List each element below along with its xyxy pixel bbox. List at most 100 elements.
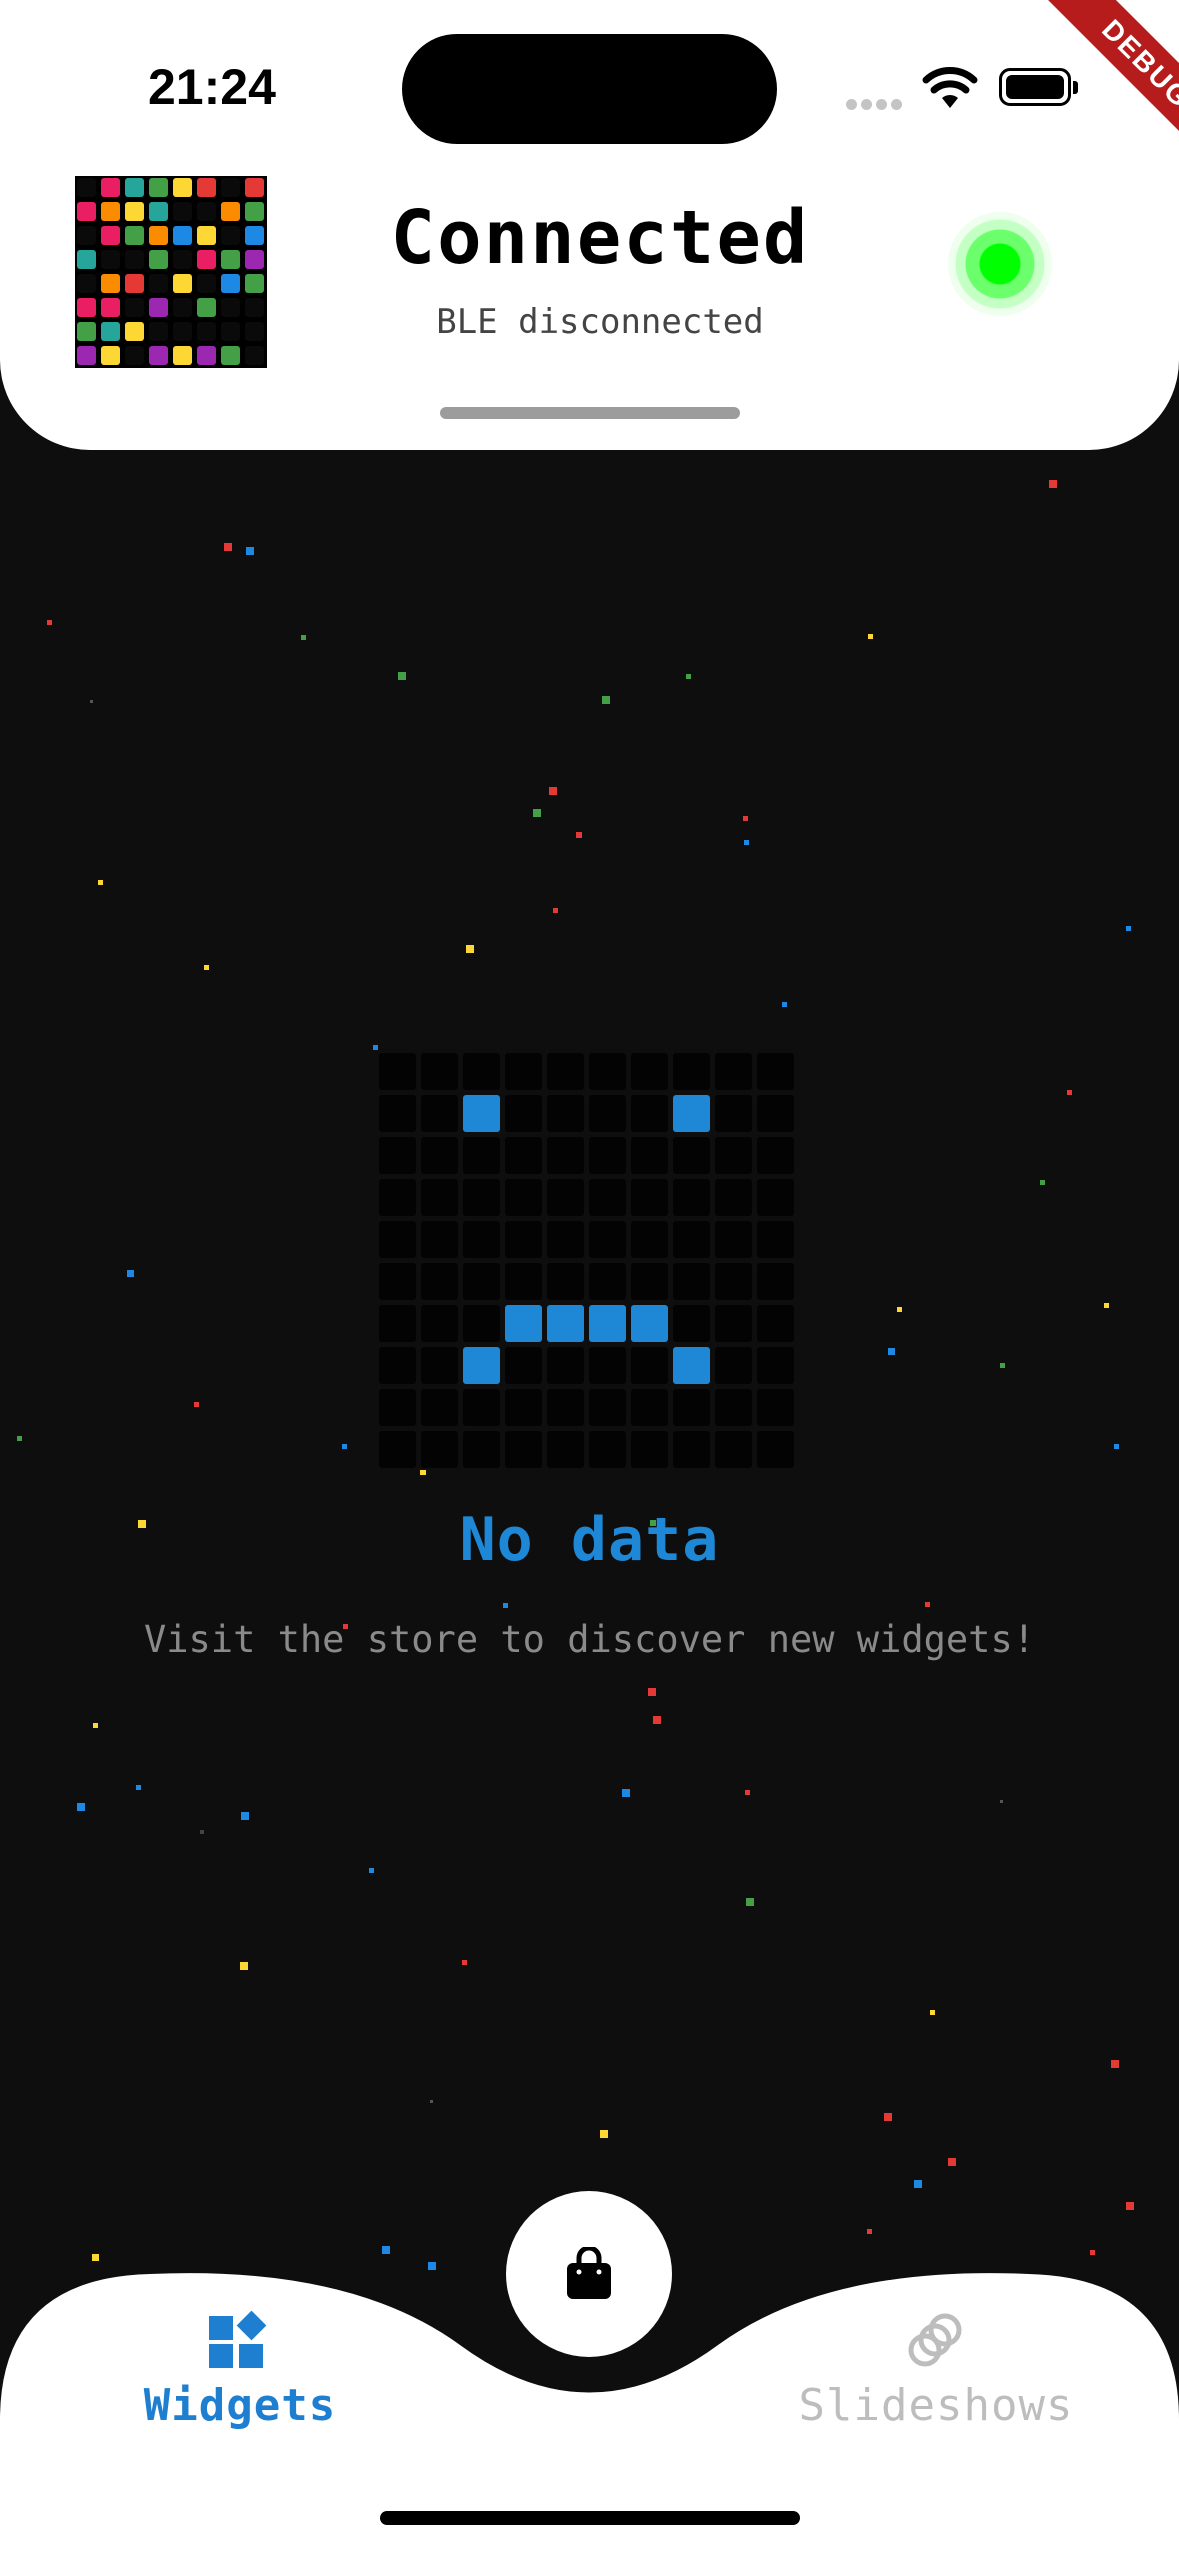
face-grid-cell: [673, 1389, 710, 1426]
face-grid-cell: [631, 1389, 668, 1426]
logo-cell: [101, 298, 120, 317]
face-grid-cell: [631, 1347, 668, 1384]
store-button[interactable]: [506, 2191, 672, 2357]
logo-cell: [125, 250, 144, 269]
face-grid-cell: [547, 1263, 584, 1300]
logo-cell: [221, 202, 240, 221]
logo-cell: [149, 346, 168, 365]
face-grid-cell: [421, 1431, 458, 1468]
logo-cell: [245, 322, 264, 341]
face-grid-cell: [673, 1305, 710, 1342]
logo-cell: [245, 250, 264, 269]
face-grid-cell: [673, 1347, 710, 1384]
face-grid-cell: [505, 1263, 542, 1300]
face-grid-cell: [547, 1179, 584, 1216]
logo-cell: [245, 274, 264, 293]
face-grid-cell: [421, 1347, 458, 1384]
battery-icon: [999, 68, 1078, 106]
face-grid-cell: [421, 1137, 458, 1174]
face-grid-cell: [589, 1095, 626, 1132]
face-grid-cell: [547, 1095, 584, 1132]
face-grid-cell: [757, 1179, 794, 1216]
face-grid-cell: [421, 1389, 458, 1426]
logo-cell: [173, 346, 192, 365]
face-grid-cell: [589, 1179, 626, 1216]
face-grid-cell: [589, 1263, 626, 1300]
logo-cell: [245, 226, 264, 245]
empty-state-message: Visit the store to discover new widgets!: [143, 1618, 1036, 1661]
connection-header-card: 21:24 Connected BLE disconnected: [0, 0, 1179, 450]
logo-cell: [125, 322, 144, 341]
home-indicator[interactable]: [380, 2511, 800, 2525]
tab-widgets-label: Widgets: [143, 2379, 337, 2431]
face-grid-cell: [421, 1305, 458, 1342]
logo-cell: [197, 178, 216, 197]
face-grid-cell: [505, 1095, 542, 1132]
face-grid-cell: [505, 1347, 542, 1384]
face-grid-cell: [589, 1431, 626, 1468]
logo-cell: [101, 226, 120, 245]
logo-cell: [173, 250, 192, 269]
logo-cell: [197, 274, 216, 293]
face-grid-cell: [379, 1347, 416, 1384]
cellular-signal-icon: [846, 95, 906, 114]
logo-cell: [125, 202, 144, 221]
tab-slideshows[interactable]: Slideshows: [776, 2300, 1096, 2440]
face-grid-cell: [505, 1305, 542, 1342]
face-grid-cell: [421, 1095, 458, 1132]
tab-widgets[interactable]: Widgets: [80, 2300, 400, 2440]
face-grid-cell: [715, 1389, 752, 1426]
face-grid-cell: [757, 1263, 794, 1300]
logo-cell: [77, 226, 96, 245]
face-grid-cell: [589, 1305, 626, 1342]
logo-cell: [221, 250, 240, 269]
face-grid-cell: [673, 1263, 710, 1300]
face-grid-cell: [757, 1389, 794, 1426]
logo-cell: [173, 322, 192, 341]
logo-cell: [245, 202, 264, 221]
logo-cell: [77, 202, 96, 221]
face-grid-cell: [757, 1305, 794, 1342]
logo-cell: [149, 322, 168, 341]
dynamic-island: [402, 34, 777, 144]
sheet-drag-handle[interactable]: [440, 407, 740, 419]
face-grid-cell: [463, 1263, 500, 1300]
face-grid-cell: [589, 1221, 626, 1258]
face-grid-cell: [463, 1347, 500, 1384]
logo-cell: [125, 274, 144, 293]
face-grid-cell: [547, 1431, 584, 1468]
logo-cell: [101, 202, 120, 221]
face-grid-cell: [547, 1137, 584, 1174]
face-grid-cell: [547, 1053, 584, 1090]
face-grid-cell: [547, 1305, 584, 1342]
slideshows-icon: [908, 2313, 962, 2366]
wifi-icon: [922, 67, 978, 108]
logo-cell: [197, 202, 216, 221]
logo-cell: [221, 226, 240, 245]
face-grid-cell: [715, 1221, 752, 1258]
face-grid-cell: [673, 1053, 710, 1090]
face-grid-cell: [589, 1347, 626, 1384]
face-grid-cell: [463, 1221, 500, 1258]
logo-cell: [101, 178, 120, 197]
logo-cell: [77, 346, 96, 365]
face-grid-cell: [463, 1431, 500, 1468]
logo-cell: [197, 226, 216, 245]
face-grid-cell: [631, 1095, 668, 1132]
face-grid-cell: [673, 1221, 710, 1258]
face-grid-cell: [505, 1179, 542, 1216]
face-grid-cell: [673, 1179, 710, 1216]
logo-cell: [149, 178, 168, 197]
face-grid-cell: [589, 1053, 626, 1090]
face-grid-cell: [631, 1263, 668, 1300]
face-grid-cell: [757, 1095, 794, 1132]
face-grid-cell: [505, 1137, 542, 1174]
face-grid-cell: [463, 1305, 500, 1342]
face-grid-cell: [379, 1305, 416, 1342]
face-grid-cell: [631, 1179, 668, 1216]
face-grid-cell: [757, 1053, 794, 1090]
logo-cell: [221, 298, 240, 317]
face-grid-cell: [463, 1179, 500, 1216]
logo-cell: [125, 346, 144, 365]
logo-cell: [173, 202, 192, 221]
